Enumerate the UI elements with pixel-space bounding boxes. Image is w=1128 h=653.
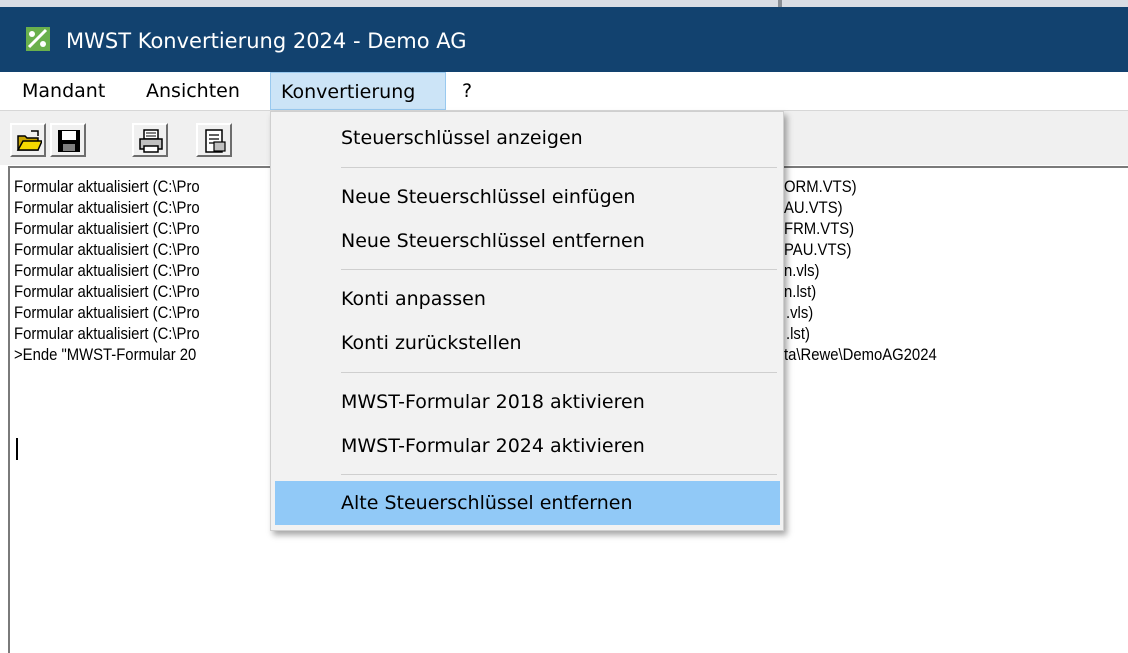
log-line-tail: n.lst) [784,283,817,301]
menu-mandant[interactable]: Mandant [12,72,115,110]
log-line-tail: .vls) [786,304,814,322]
properties-button[interactable] [196,123,232,157]
menu-ansichten[interactable]: Ansichten [136,72,250,110]
printer-icon [139,129,163,153]
taskbar-strip [0,0,1128,7]
menu-item-mwst-formular-2018-aktivieren[interactable]: MWST-Formular 2018 aktivieren [271,380,781,424]
title-bar: MWST Konvertierung 2024 - Demo AG [0,0,1128,72]
menu-item-alte-steuerschluessel-entfernen[interactable]: Alte Steuerschlüssel entfernen [275,481,780,525]
log-line: Formular aktualisiert (C:\Pro [14,325,200,343]
menu-separator [341,167,777,168]
app-logo-icon [26,27,50,51]
konvertierung-dropdown-menu: Steuerschlüssel anzeigen Neue Steuerschl… [270,111,784,531]
log-line: Formular aktualisiert (C:\Pro [14,178,200,196]
menu-item-neue-steuerschluessel-entfernen[interactable]: Neue Steuerschlüssel entfernen [271,219,781,263]
menu-item-konti-anpassen[interactable]: Konti anpassen [271,277,781,321]
menu-item-neue-steuerschluessel-einfuegen[interactable]: Neue Steuerschlüssel einfügen [271,175,781,219]
window-title: MWST Konvertierung 2024 - Demo AG [66,29,467,53]
menu-separator [341,474,777,475]
save-button[interactable] [50,123,86,157]
menu-help[interactable]: ? [452,72,482,110]
log-line-tail: n.vls) [784,262,820,280]
log-line-tail: AU.VTS) [784,199,843,217]
log-line: Formular aktualisiert (C:\Pro [14,262,200,280]
log-line: Formular aktualisiert (C:\Pro [14,220,200,238]
menu-separator [341,372,777,373]
menu-item-steuerschluessel-anzeigen[interactable]: Steuerschlüssel anzeigen [271,116,781,160]
log-line: >Ende "MWST-Formular 20 [14,346,197,364]
save-disk-icon [58,130,80,152]
open-folder-icon [16,130,42,151]
log-line-tail: .lst) [786,325,810,343]
log-line-tail: FRM.VTS) [784,220,855,238]
log-line-tail: ta\Rewe\DemoAG2024 [784,346,937,364]
menu-bar: Mandant Ansichten Konvertierung ? [0,72,1128,111]
log-line: Formular aktualisiert (C:\Pro [14,241,200,259]
log-line: Formular aktualisiert (C:\Pro [14,199,200,217]
print-button[interactable] [132,123,168,157]
log-line: Formular aktualisiert (C:\Pro [14,304,200,322]
menu-konvertierung[interactable]: Konvertierung [270,72,446,110]
menu-item-konti-zurueckstellen[interactable]: Konti zurückstellen [271,321,781,365]
menu-item-mwst-formular-2024-aktivieren[interactable]: MWST-Formular 2024 aktivieren [271,424,781,468]
menu-separator [341,269,777,270]
properties-icon [205,129,226,153]
text-caret [16,438,18,460]
log-line-tail: ORM.VTS) [784,178,857,196]
log-line: Formular aktualisiert (C:\Pro [14,283,200,301]
log-line-tail: PAU.VTS) [784,241,852,259]
open-button[interactable] [10,123,46,157]
